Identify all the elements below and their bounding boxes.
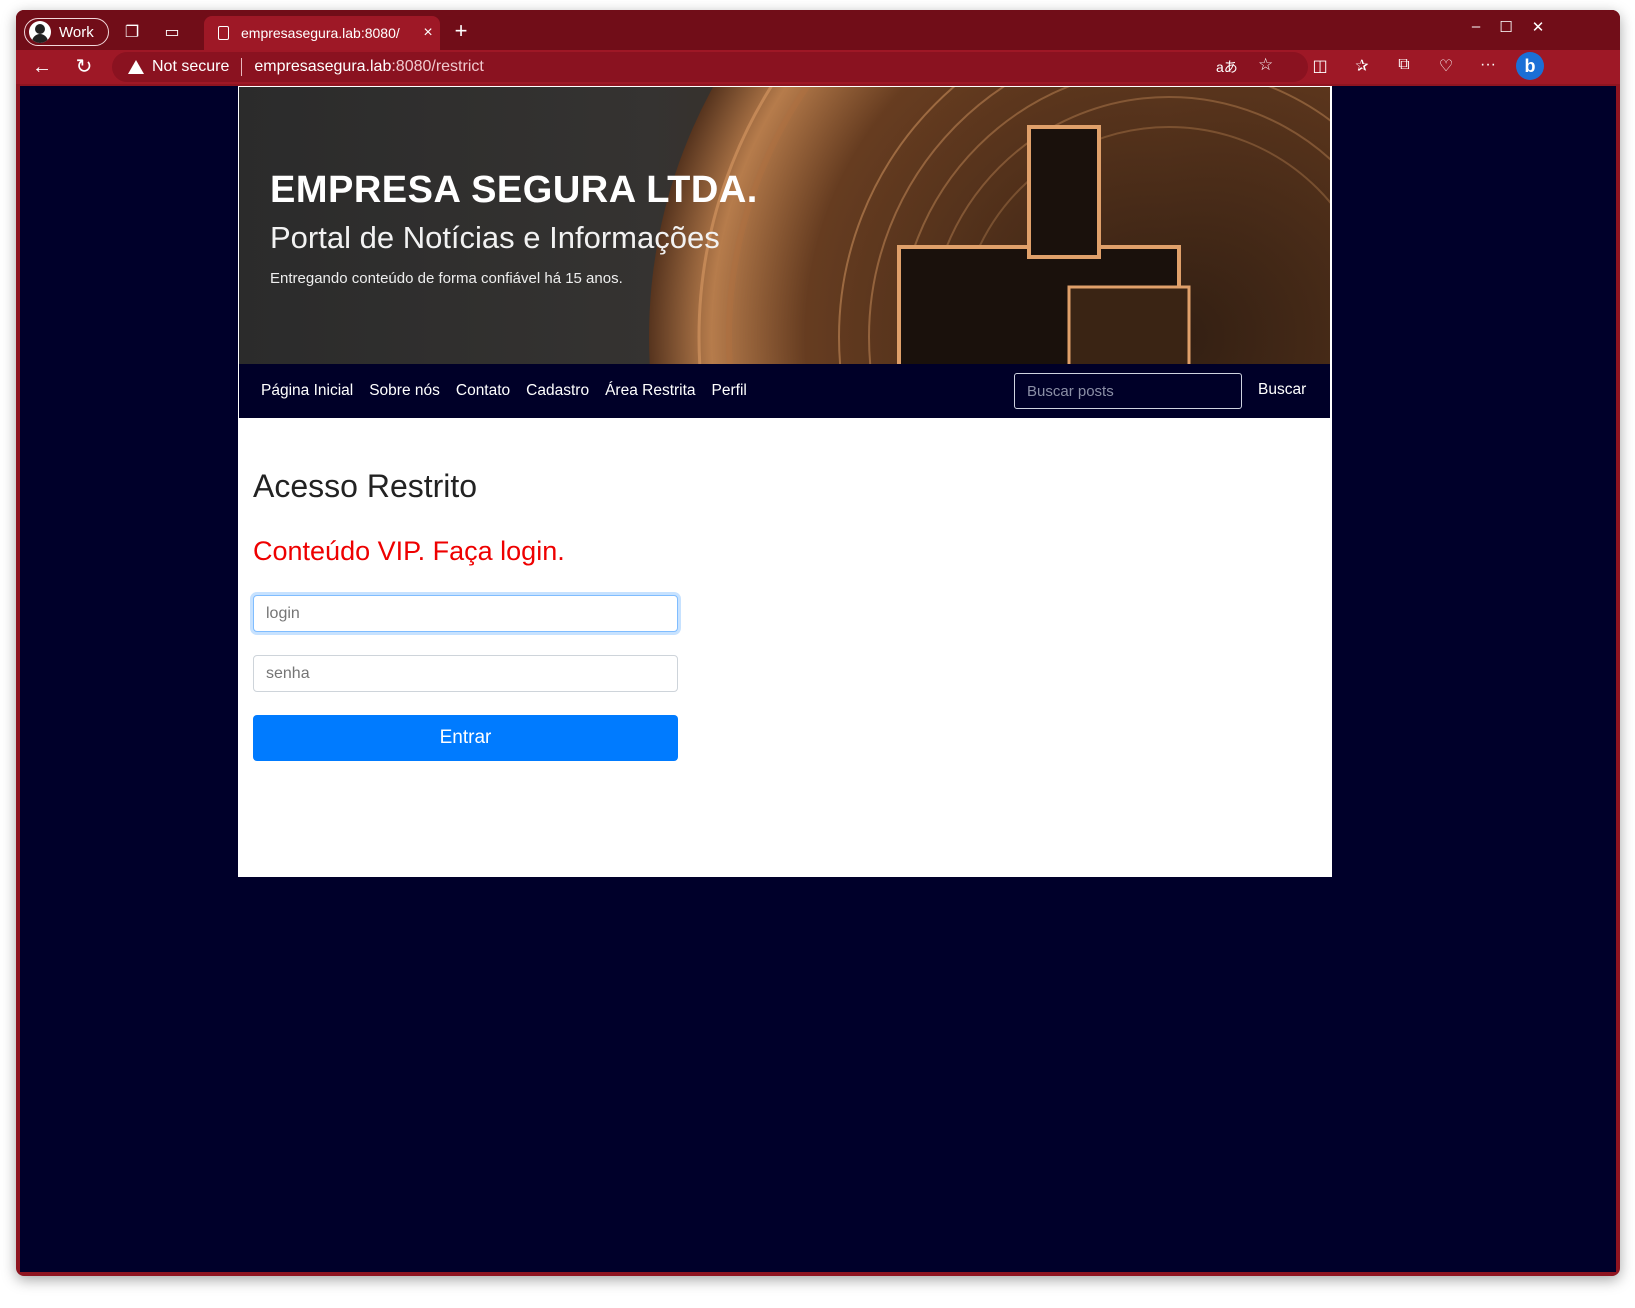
warning-icon: [128, 60, 144, 74]
minimize-icon[interactable]: –: [1464, 18, 1488, 35]
page-title: Acesso Restrito: [253, 468, 478, 504]
profile-label: Work: [59, 23, 94, 41]
login-submit-button[interactable]: Entrar: [253, 715, 678, 761]
profile-avatar-icon: [29, 21, 51, 43]
tab-active[interactable]: empresasegura.lab:8080/ ×: [204, 16, 440, 50]
back-arrow-icon[interactable]: ←: [28, 54, 56, 80]
site-title: EMPRESA SEGURA LTDA.: [270, 169, 758, 211]
nav-item-restricted[interactable]: Área Restrita: [605, 382, 695, 400]
main-navbar: Página Inicial Sobre nós Contato Cadastr…: [239, 364, 1330, 418]
bing-chat-icon[interactable]: b: [1516, 52, 1544, 80]
tab-close-icon[interactable]: ×: [416, 24, 440, 42]
reload-icon[interactable]: ↻: [70, 54, 98, 80]
vertical-tabs-icon[interactable]: ▭: [160, 20, 184, 44]
login-field[interactable]: [253, 595, 678, 632]
security-label[interactable]: Not secure: [152, 58, 229, 76]
favorites-icon[interactable]: ✰: [1350, 56, 1374, 76]
search-button[interactable]: Buscar: [1258, 381, 1306, 399]
favorite-star-icon[interactable]: ☆: [1258, 55, 1273, 75]
nav-item-profile[interactable]: Perfil: [712, 382, 747, 400]
address-bar[interactable]: Not secure empresasegura.lab:8080/restri…: [112, 52, 1308, 82]
new-tab-button[interactable]: +: [448, 18, 474, 44]
tab-strip: Work ❐ ▭ empresasegura.lab:8080/ × + – ☐…: [16, 10, 1620, 50]
close-window-icon[interactable]: ✕: [1526, 18, 1550, 36]
profile-button[interactable]: Work: [24, 18, 109, 46]
site-subtitle: Portal de Notícias e Informações: [270, 220, 720, 255]
page-viewport: EMPRESA SEGURA LTDA. Portal de Notícias …: [20, 86, 1616, 1272]
page-icon: [218, 26, 229, 40]
tab-title: empresasegura.lab:8080/: [241, 25, 400, 41]
workspaces-icon[interactable]: ❐: [120, 20, 144, 44]
address-separator: [241, 58, 243, 76]
nav-item-home[interactable]: Página Inicial: [261, 382, 353, 400]
browser-window: Work ❐ ▭ empresasegura.lab:8080/ × + – ☐…: [16, 10, 1620, 1276]
more-options-icon[interactable]: ···: [1476, 56, 1500, 74]
vip-message: Conteúdo VIP. Faça login.: [253, 536, 565, 566]
split-screen-icon[interactable]: ◫: [1308, 56, 1332, 76]
nav-item-contact[interactable]: Contato: [456, 382, 510, 400]
header-text: EMPRESA SEGURA LTDA. Portal de Notícias …: [270, 169, 758, 287]
password-field[interactable]: [253, 655, 678, 692]
nav-item-register[interactable]: Cadastro: [526, 382, 589, 400]
search-input[interactable]: [1014, 373, 1242, 409]
read-aloud-icon[interactable]: aあ: [1216, 57, 1238, 77]
url-path: :8080/restrict: [391, 58, 484, 75]
nav-item-about[interactable]: Sobre nós: [369, 382, 440, 400]
browser-essentials-icon[interactable]: ♡: [1434, 56, 1458, 76]
url-host: empresasegura.lab: [254, 58, 392, 75]
collections-icon[interactable]: ⧉: [1392, 56, 1416, 74]
site-container: EMPRESA SEGURA LTDA. Portal de Notícias …: [238, 86, 1332, 877]
header-banner: EMPRESA SEGURA LTDA. Portal de Notícias …: [239, 87, 1330, 364]
browser-toolbar: ← ↻ Not secure empresasegura.lab:8080/re…: [16, 50, 1620, 84]
site-tagline: Entregando conteúdo de forma confiável h…: [270, 270, 623, 287]
maximize-icon[interactable]: ☐: [1494, 18, 1518, 36]
